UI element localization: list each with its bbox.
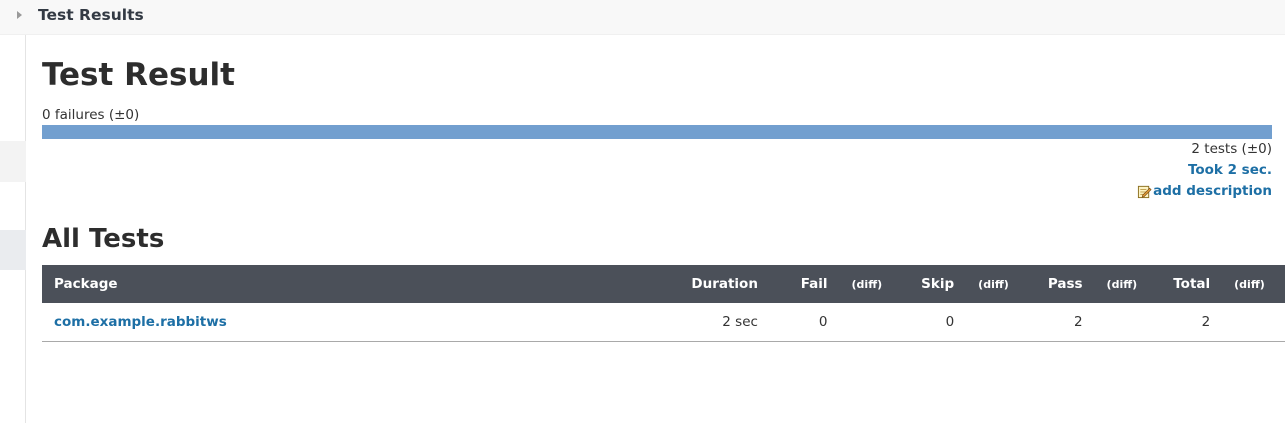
all-tests-table: Package Duration Fail (diff) Skip (diff)… bbox=[42, 265, 1285, 342]
skip-diff-cell bbox=[966, 303, 1036, 341]
breadcrumb-test-results[interactable]: Test Results bbox=[38, 6, 144, 24]
fail-diff-cell bbox=[840, 303, 910, 341]
edit-notepad-icon bbox=[1138, 185, 1152, 198]
column-header-skip-diff[interactable]: (diff) bbox=[966, 265, 1036, 303]
test-result-bar bbox=[42, 125, 1272, 139]
column-header-fail-diff[interactable]: (diff) bbox=[840, 265, 910, 303]
column-header-duration[interactable]: Duration bbox=[633, 265, 770, 303]
column-header-total[interactable]: Total bbox=[1161, 265, 1222, 303]
page-title: Test Result bbox=[42, 57, 235, 93]
duration-cell: 2 sec bbox=[722, 313, 758, 330]
column-header-fail[interactable]: Fail bbox=[770, 265, 840, 303]
skip-cell: 0 bbox=[945, 313, 955, 330]
add-description-link[interactable]: add description bbox=[1137, 183, 1272, 199]
duration-link[interactable]: Took 2 sec. bbox=[1188, 162, 1272, 178]
total-cell: 2 bbox=[1201, 313, 1211, 330]
chevron-right-icon[interactable] bbox=[17, 11, 22, 19]
side-panel-item[interactable] bbox=[0, 141, 26, 182]
side-panel bbox=[0, 35, 26, 423]
table-row: com.example.rabbitws 2 sec 0 0 2 2 bbox=[42, 303, 1285, 341]
breadcrumb-bar: Test Results bbox=[0, 0, 1285, 35]
column-header-total-diff[interactable]: (diff) bbox=[1222, 265, 1285, 303]
pass-ratio-fill bbox=[42, 125, 1272, 139]
package-link[interactable]: com.example.rabbitws bbox=[54, 314, 227, 330]
pass-diff-cell bbox=[1095, 303, 1162, 341]
package-cell: com.example.rabbitws bbox=[42, 303, 633, 341]
column-header-skip[interactable]: Skip bbox=[909, 265, 966, 303]
failures-summary: 0 failures (±0) bbox=[42, 107, 140, 123]
side-panel-item[interactable] bbox=[0, 230, 26, 270]
all-tests-heading: All Tests bbox=[42, 224, 165, 254]
column-header-pass-diff[interactable]: (diff) bbox=[1095, 265, 1162, 303]
table-header-row: Package Duration Fail (diff) Skip (diff)… bbox=[42, 265, 1285, 303]
column-header-package[interactable]: Package bbox=[42, 265, 633, 303]
tests-count: 2 tests (±0) bbox=[1191, 141, 1272, 157]
fail-cell: 0 bbox=[818, 313, 828, 330]
add-description-label: add description bbox=[1153, 183, 1272, 199]
column-header-pass[interactable]: Pass bbox=[1036, 265, 1095, 303]
pass-cell: 2 bbox=[1073, 313, 1083, 330]
total-diff-cell bbox=[1222, 303, 1285, 341]
